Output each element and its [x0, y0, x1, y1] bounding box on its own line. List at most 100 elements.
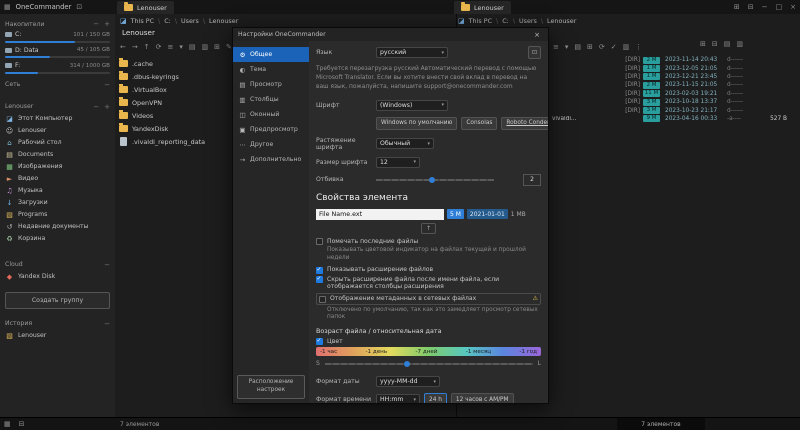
- sidebar-item[interactable]: ► Видео: [5, 173, 110, 185]
- dialog-nav-item[interactable]: ▥ Столбцы: [233, 92, 309, 107]
- collapse-icon[interactable]: −: [104, 320, 110, 328]
- sidebar-item[interactable]: ♫ Музыка: [5, 185, 110, 197]
- sidebar-item[interactable]: ↺ Недавние документы: [5, 221, 110, 233]
- breadcrumb-segment[interactable]: Lenouser: [537, 17, 576, 25]
- new-window-icon[interactable]: ⊡: [76, 3, 82, 11]
- table-row[interactable]: [DIR] 1 M 2023-12-21 23:45 d------: [552, 73, 798, 81]
- view-mode-icon[interactable]: ⊞: [700, 41, 706, 48]
- maximize-icon[interactable]: □: [776, 3, 783, 11]
- view-mode-icon[interactable]: ⊟: [712, 41, 718, 48]
- time-format-select[interactable]: HH:mm ▾: [376, 394, 420, 403]
- add-icon[interactable]: +: [104, 20, 110, 28]
- checkbox[interactable]: [319, 295, 326, 303]
- status-menu-icon[interactable]: ▦: [4, 420, 11, 428]
- sidebar-item[interactable]: ▤ Documents: [5, 149, 110, 161]
- saturation-lightness-slider[interactable]: [324, 359, 533, 368]
- create-group-button[interactable]: Создать группу: [5, 291, 110, 309]
- dialog-titlebar[interactable]: Настройки OneCommander ×: [233, 28, 548, 41]
- toolbar-icon[interactable]: ✎: [226, 43, 232, 51]
- toolbar-icon[interactable]: ▾: [179, 43, 183, 51]
- language-extra-button[interactable]: ⊡: [528, 46, 541, 59]
- drive-item[interactable]: C: 101 / 150 GB: [5, 30, 110, 43]
- toolbar-icon[interactable]: ⋮: [635, 43, 642, 51]
- file-row[interactable]: .dbus-keyrings: [119, 70, 231, 83]
- checkbox[interactable]: [316, 275, 323, 284]
- layout-dual-icon[interactable]: ⊟: [748, 3, 754, 11]
- file-row[interactable]: YandexDisk: [119, 122, 231, 135]
- add-icon[interactable]: +: [104, 103, 110, 111]
- font-select[interactable]: (Windows) ▾: [376, 99, 448, 111]
- toolbar-icon[interactable]: ▥: [202, 43, 209, 51]
- sidebar-item[interactable]: ◆ Yandex Disk: [5, 271, 110, 283]
- font-consolas-button[interactable]: Consolas: [461, 116, 498, 130]
- tab-right-pane[interactable]: Lenouser: [454, 1, 511, 14]
- checkbox[interactable]: [316, 238, 323, 246]
- toolbar-icon[interactable]: ▤: [189, 43, 196, 51]
- file-row[interactable]: .VirtualBox: [119, 83, 231, 96]
- toolbar-icon[interactable]: ≡: [168, 43, 174, 51]
- dialog-nav-item[interactable]: ◐ Тема: [233, 62, 309, 77]
- collapse-icon[interactable]: −: [93, 103, 99, 111]
- tab-left-pane[interactable]: Lenouser: [117, 1, 174, 14]
- breadcrumb-segment[interactable]: This PC: [131, 17, 154, 25]
- status-list-icon[interactable]: ⊟: [19, 420, 25, 428]
- sidebar-item[interactable]: ♻ Корзина: [5, 233, 110, 245]
- history-item[interactable]: ▧ Lenouser: [5, 330, 110, 342]
- settings-location-button[interactable]: Расположение настроек: [237, 375, 305, 399]
- sidebar-item[interactable]: ▧ Programs: [5, 209, 110, 221]
- up-arrow-button[interactable]: ↑: [421, 222, 436, 234]
- age-color-gradient[interactable]: -1 час -1 день -7 дней -1 месяц -1 год: [316, 347, 541, 357]
- app-menu-icon[interactable]: ▦: [4, 3, 11, 11]
- sidebar-item[interactable]: ▦ Изображения: [5, 161, 110, 173]
- breadcrumb-segment[interactable]: Users: [509, 17, 537, 25]
- dialog-nav-item[interactable]: ▣ Предпросмотр: [233, 122, 309, 137]
- file-row[interactable]: Videos: [119, 109, 231, 122]
- collapse-icon[interactable]: −: [93, 20, 99, 28]
- toolbar-icon[interactable]: ⟳: [599, 43, 605, 51]
- toolbar-icon[interactable]: ⊞: [214, 43, 220, 51]
- close-icon[interactable]: ×: [531, 31, 543, 39]
- breadcrumb-segment[interactable]: Users: [171, 17, 199, 25]
- dialog-nav-item[interactable]: ⚙ Общее: [233, 47, 309, 62]
- color-checkbox[interactable]: [316, 337, 323, 346]
- toolbar-icon[interactable]: ▾: [565, 43, 569, 51]
- table-row[interactable]: [DIR] 3 M 2023-10-18 13:37 d------: [552, 98, 798, 106]
- breadcrumb-segment[interactable]: C:: [154, 17, 171, 25]
- toolbar-icon[interactable]: →: [132, 43, 138, 51]
- table-row[interactable]: [DIR] 1 M 2023-12-05 21:05 d------: [552, 64, 798, 73]
- toolbar-icon[interactable]: ▤: [574, 43, 581, 51]
- minimize-icon[interactable]: −: [762, 3, 768, 11]
- table-row[interactable]: [DIR] 3 M 2023-10-23 21:17 d------: [552, 106, 798, 115]
- checkbox[interactable]: [316, 266, 323, 274]
- collapse-icon[interactable]: −: [104, 81, 110, 89]
- view-mode-icon[interactable]: ▥: [736, 41, 743, 48]
- file-row[interactable]: .vivaldi_reporting_data: [119, 135, 231, 148]
- view-mode-icon[interactable]: ▤: [724, 41, 731, 48]
- drive-item[interactable]: D: Data 45 / 105 GB: [5, 46, 110, 58]
- sidebar-item[interactable]: ◪ Этот Компьютер: [5, 113, 110, 125]
- toolbar-icon[interactable]: ⟳: [156, 43, 162, 51]
- breadcrumb-segment[interactable]: This PC: [469, 17, 492, 25]
- dialog-nav-item[interactable]: → Дополнительно: [233, 152, 309, 167]
- dialog-nav-item[interactable]: ⋯ Другое: [233, 137, 309, 152]
- font-default-button[interactable]: Windows по умолчанию: [376, 116, 458, 130]
- breadcrumb-segment[interactable]: Lenouser: [199, 17, 238, 25]
- dialog-nav-item[interactable]: ◫ Оконный: [233, 107, 309, 122]
- font-roboto-button[interactable]: Roboto Condensed: [501, 116, 548, 130]
- collapse-icon[interactable]: −: [104, 261, 110, 269]
- dialog-nav-item[interactable]: ▤ Просмотр: [233, 77, 309, 92]
- toolbar-icon[interactable]: ⊞: [587, 43, 593, 51]
- close-icon[interactable]: ×: [790, 3, 796, 11]
- file-row[interactable]: .cache: [119, 57, 231, 70]
- 24h-button[interactable]: 24 h: [424, 393, 447, 403]
- padding-slider[interactable]: [376, 175, 494, 184]
- drive-item[interactable]: F: 314 / 1000 GB: [5, 61, 110, 74]
- sidebar-item[interactable]: ☺ Lenouser: [5, 125, 110, 137]
- sidebar-item[interactable]: ↓ Загрузки: [5, 197, 110, 209]
- toolbar-icon[interactable]: ▥: [623, 43, 630, 51]
- toolbar-icon[interactable]: ✓: [611, 43, 617, 51]
- language-select[interactable]: русский ▾: [376, 47, 448, 58]
- layout-single-icon[interactable]: ⊞: [734, 3, 740, 11]
- toolbar-icon[interactable]: ←: [120, 43, 126, 51]
- font-size-select[interactable]: 12 ▾: [376, 156, 420, 168]
